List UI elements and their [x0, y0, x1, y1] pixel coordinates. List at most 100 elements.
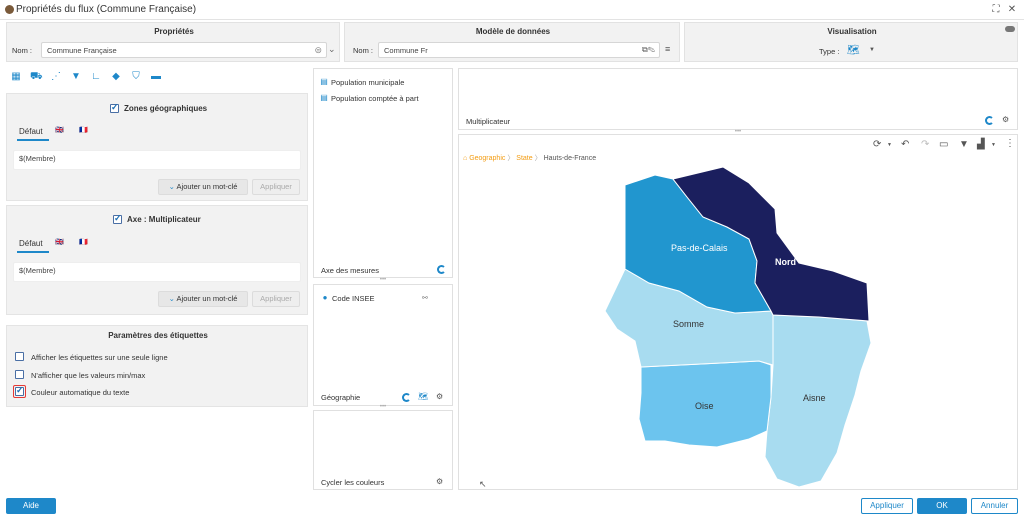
axe-title: Axe : Multiplicateur	[127, 215, 201, 224]
modele-name-label: Nom :	[353, 46, 374, 55]
maximize-icon[interactable]: ⛶	[990, 4, 1002, 16]
chevron-icon: ⌄	[168, 182, 177, 191]
globe-icon: ●	[322, 293, 328, 302]
resize-handle[interactable]: •••	[373, 404, 393, 410]
zones-apply-button[interactable]: Appliquer	[252, 179, 300, 195]
option-checkbox-min-max[interactable]	[15, 370, 24, 379]
axis-icon[interactable]: ∟	[90, 71, 102, 83]
option-label-single-line: Afficher les étiquettes sur une seule li…	[31, 353, 168, 362]
map-view: ⟳ ▼ ↶ ↷ ▭ ▼ ▟ ▼ ⋮ ⌂ Geographic 〉 State 〉…	[458, 134, 1018, 490]
measure-item[interactable]: Population municipale	[331, 78, 404, 87]
measure-item[interactable]: Population comptée à part	[331, 94, 419, 103]
uk-flag-icon[interactable]: 🇬🇧	[55, 126, 64, 134]
ok-button[interactable]: OK	[917, 498, 967, 514]
app-icon	[5, 5, 14, 14]
mouse-cursor-icon: ↖	[479, 479, 487, 489]
hierarchy-icon[interactable]: ⋰	[50, 71, 62, 83]
zones-title: Zones géographiques	[124, 104, 208, 113]
geography-zone[interactable]: ● Code INSEE ⚯ Géographie 🗺 ⚙	[313, 284, 453, 406]
map-label: Pas-de-Calais	[671, 243, 728, 253]
briefcase-icon[interactable]: ▬	[150, 71, 162, 83]
labels-params-title: Paramètres des étiquettes	[108, 331, 208, 340]
zones-add-keyword-label: Ajouter un mot-clé	[176, 182, 238, 191]
proprietes-header: Propriétés	[154, 27, 194, 36]
hierarchy-icon[interactable]: ⚯	[422, 294, 428, 302]
multiplicateur-zone[interactable]: Multiplicateur ⚙	[458, 68, 1018, 130]
filter-icon[interactable]: ▼	[70, 71, 82, 83]
map-label: Aisne	[803, 393, 826, 403]
help-button[interactable]: Aide	[6, 498, 56, 514]
proprietes-panel: Propriétés Nom : Commune Française ⊜ ⌄	[6, 22, 340, 62]
map-label: Nord	[775, 257, 796, 267]
labels-params-section: Paramètres des étiquettes Afficher les é…	[6, 325, 308, 407]
window-titlebar: Propriétés du flux (Commune Française) ⛶…	[0, 0, 1024, 20]
visualisation-panel: Visualisation Type : 🗺 ▼	[684, 22, 1018, 62]
map-icon[interactable]: 🗺	[418, 392, 428, 401]
proprietes-name-value: Commune Française	[47, 46, 117, 55]
zones-tab-default[interactable]: Défaut	[19, 127, 43, 136]
modele-panel: Modèle de données Nom : Commune Fr ⧉✎ ≡	[344, 22, 680, 62]
map-type-icon[interactable]: 🗺	[847, 45, 860, 56]
settings-icon[interactable]: ⚙	[436, 477, 443, 486]
tag-icon[interactable]: ◆	[110, 71, 122, 83]
geography-item[interactable]: Code INSEE	[332, 294, 375, 303]
axe-tab-default[interactable]: Défaut	[19, 239, 43, 248]
measure-icon: ▤	[320, 77, 328, 86]
truck-icon[interactable]: ⛟	[30, 71, 43, 83]
modele-header: Modèle de données	[475, 27, 551, 36]
donut-icon[interactable]	[437, 265, 446, 274]
grid-icon[interactable]: ▦	[10, 71, 22, 83]
axe-checkbox[interactable]	[113, 213, 122, 224]
zones-checkbox[interactable]	[110, 102, 119, 113]
axe-value-field[interactable]: $(Membre)	[13, 262, 301, 282]
close-icon[interactable]: ✕	[1006, 4, 1018, 16]
cycle-zone-label: Cycler les couleurs	[321, 478, 385, 487]
donut-icon[interactable]	[985, 116, 994, 125]
zones-value-field[interactable]: $(Membre)	[13, 150, 301, 170]
option-checkbox-auto-color[interactable]	[15, 385, 24, 396]
axe-apply-button[interactable]: Appliquer	[252, 291, 300, 307]
fr-flag-icon[interactable]: 🇫🇷	[79, 238, 88, 246]
settings-icon[interactable]: ⚙	[1002, 115, 1009, 124]
menu-icon[interactable]: ≡	[665, 44, 670, 54]
tab-underline	[17, 139, 49, 141]
zones-add-keyword-button[interactable]: ⌄ Ajouter un mot-clé	[158, 179, 248, 195]
measure-icon: ▤	[320, 93, 328, 102]
region-map: Pas-de-Calais Nord Somme Oise Aisne	[604, 166, 872, 488]
modele-name-input[interactable]: Commune Fr	[378, 42, 660, 58]
zones-value: $(Membre)	[19, 154, 56, 163]
visualisation-header: Visualisation	[827, 27, 877, 36]
multiplicateur-label: Multiplicateur	[466, 117, 511, 126]
proprietes-name-label: Nom :	[12, 46, 33, 55]
edit-icon[interactable]: ⧉✎	[642, 45, 655, 55]
expand-down-icon[interactable]: ⌄	[328, 44, 336, 55]
toggle-icon[interactable]	[1005, 26, 1015, 32]
badge-icon[interactable]: ⛉	[130, 71, 142, 83]
settings-icon[interactable]: ⚙	[436, 392, 443, 401]
uk-flag-icon[interactable]: 🇬🇧	[55, 238, 64, 246]
apply-button[interactable]: Appliquer	[861, 498, 913, 514]
proprietes-name-input[interactable]: Commune Française ⊜	[41, 42, 327, 58]
visualisation-type-label: Type :	[819, 47, 840, 56]
axe-section: Axe : Multiplicateur Défaut 🇬🇧 🇫🇷 $(Memb…	[6, 205, 308, 315]
chevron-icon: ⌄	[168, 294, 177, 303]
axe-add-keyword-button[interactable]: ⌄ Ajouter un mot-clé	[158, 291, 248, 307]
option-label-min-max: N'afficher que les valeurs min/max	[31, 371, 146, 380]
translate-icon[interactable]: ⊜	[314, 45, 322, 56]
cancel-button[interactable]: Annuler	[971, 498, 1018, 514]
map-label: Somme	[673, 319, 704, 329]
chevron-down-icon[interactable]: ▼	[869, 47, 875, 53]
geography-zone-label: Géographie	[321, 393, 361, 402]
fr-flag-icon[interactable]: 🇫🇷	[79, 126, 88, 134]
tab-underline	[17, 251, 49, 253]
measures-zone[interactable]: ▤ Population municipale ▤ Population com…	[313, 68, 453, 278]
window-title: Propriétés du flux (Commune Française)	[16, 4, 197, 15]
resize-handle[interactable]: •••	[373, 277, 393, 283]
option-label-auto-color: Couleur automatique du texte	[31, 388, 130, 397]
cycle-zone[interactable]: Cycler les couleurs ⚙	[313, 410, 453, 490]
donut-icon[interactable]	[402, 393, 411, 402]
option-checkbox-single-line[interactable]	[15, 352, 24, 361]
axe-value: $(Membre)	[19, 266, 56, 275]
axe-add-keyword-label: Ajouter un mot-clé	[176, 294, 238, 303]
map-label: Oise	[695, 401, 714, 411]
